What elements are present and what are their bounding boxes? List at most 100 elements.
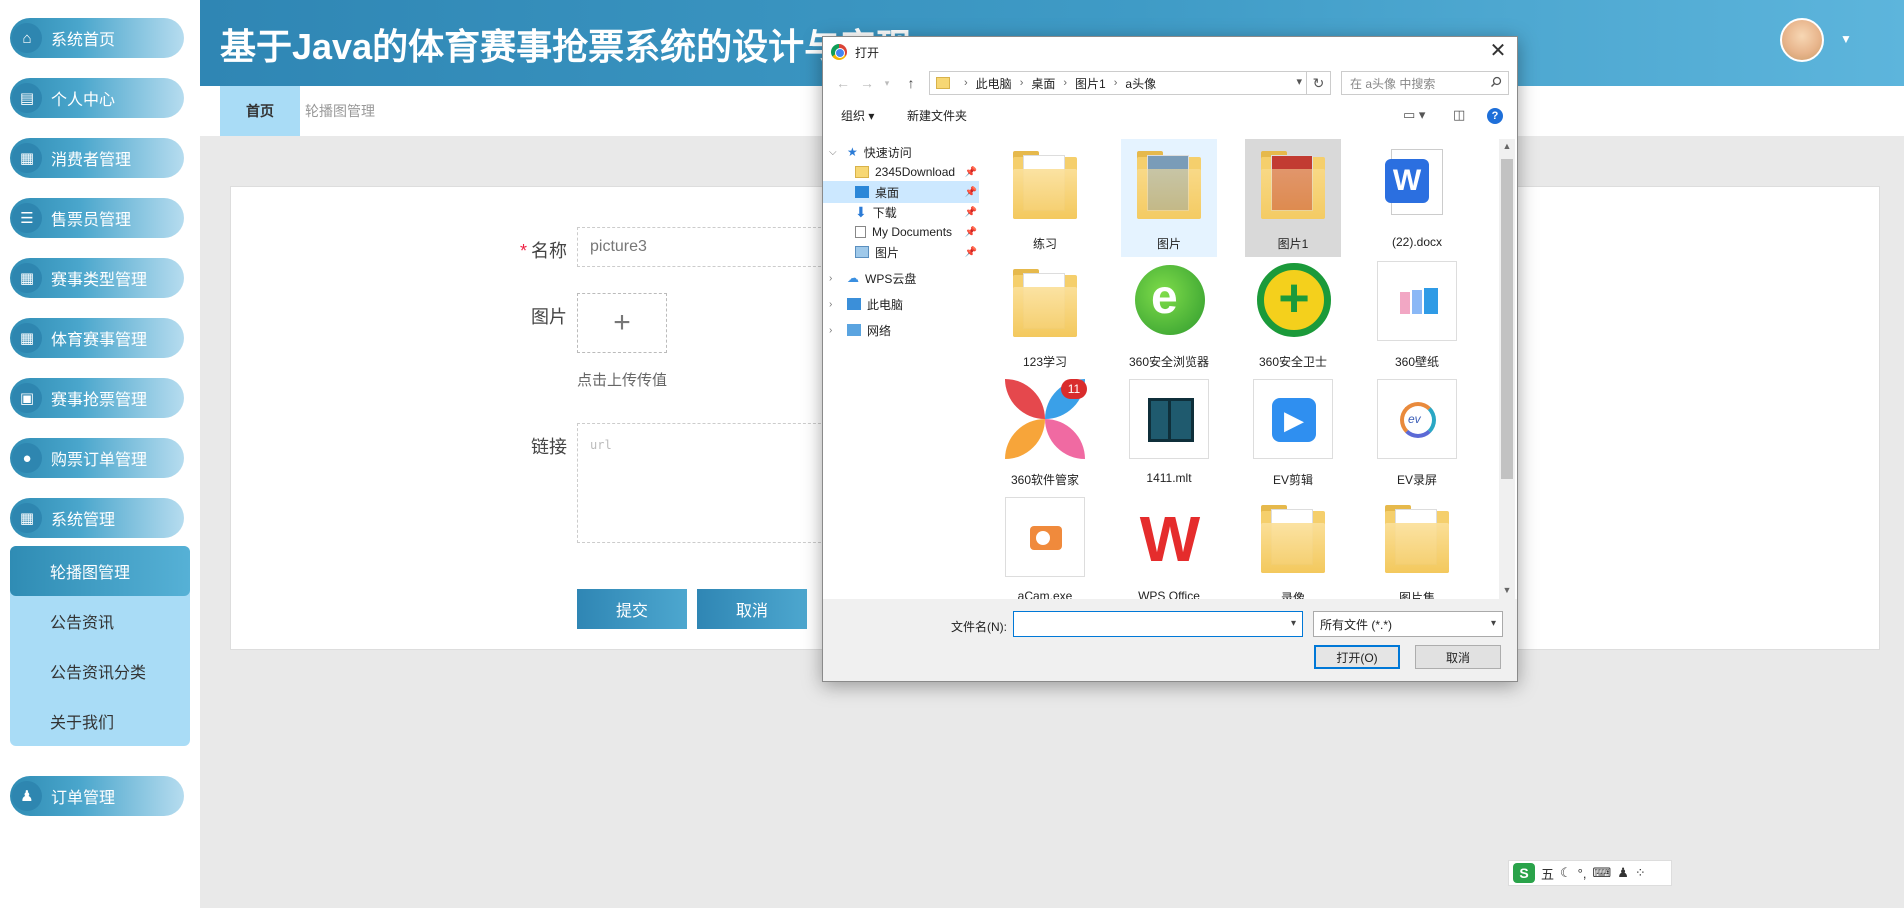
tree-item-desktop[interactable]: 桌面 📌: [823, 181, 979, 203]
grid-icon: ▦: [12, 263, 42, 293]
file-item[interactable]: ev EV录屏: [1369, 375, 1465, 493]
tree-item-quick-access[interactable]: ⌵ ★ 快速访问: [823, 141, 979, 163]
organize-button[interactable]: 组织 ▾: [841, 107, 874, 124]
file-item[interactable]: aCam.exe: [997, 493, 1093, 599]
tab-carousel[interactable]: 轮播图管理: [300, 86, 380, 136]
file-item[interactable]: e 360安全浏览器: [1121, 257, 1217, 375]
open-button[interactable]: 打开(O): [1314, 645, 1400, 669]
tree-item-wps-cloud[interactable]: › ☁ WPS云盘: [823, 267, 979, 289]
notification-badge: 11: [1061, 379, 1087, 399]
forward-arrow-icon[interactable]: →: [857, 73, 877, 93]
view-options-icon[interactable]: ▭ ▾: [1403, 107, 1425, 123]
breadcrumb-item[interactable]: a头像: [1125, 75, 1156, 92]
file-item[interactable]: ▶ EV剪辑: [1245, 375, 1341, 493]
submenu-item-notices[interactable]: 公告资讯: [10, 596, 190, 646]
sogou-ime-icon[interactable]: S: [1513, 863, 1535, 883]
avatar[interactable]: [1780, 18, 1824, 62]
sidebar-item-consumers[interactable]: ▦ 消费者管理: [10, 138, 184, 178]
tree-item-this-pc[interactable]: › 此电脑: [823, 293, 979, 315]
file-item[interactable]: 1411.mlt: [1121, 375, 1217, 493]
tree-item-my-documents[interactable]: My Documents 📌: [823, 221, 979, 243]
pin-icon: 📌: [964, 226, 977, 238]
sidebar-item-label: 赛事类型管理: [51, 272, 148, 289]
chevron-down-icon[interactable]: ▾: [1296, 75, 1302, 88]
docx-icon: W: [1377, 143, 1457, 223]
image-upload-button[interactable]: +: [577, 293, 667, 353]
tree-item-2345download[interactable]: 2345Download 📌: [823, 161, 979, 183]
pin-icon: 📌: [964, 246, 977, 258]
recent-dropdown-icon[interactable]: ▾: [877, 73, 897, 93]
sidebar-item-profile[interactable]: ▤ 个人中心: [10, 78, 184, 118]
breadcrumb-item[interactable]: 此电脑: [976, 75, 1012, 92]
file-item[interactable]: + 360安全卫士: [1245, 257, 1341, 375]
sliders-icon: ☰: [12, 203, 42, 233]
app-title: 基于Java的体育赛事抢票系统的设计与实现: [220, 26, 913, 67]
browser-icon: e: [1129, 261, 1209, 341]
breadcrumb-item[interactable]: 桌面: [1031, 75, 1055, 92]
file-item[interactable]: 录像: [1245, 493, 1341, 599]
submenu-item-about[interactable]: 关于我们: [10, 696, 190, 746]
submenu-item-carousel[interactable]: 轮播图管理: [10, 546, 190, 596]
apps-icon[interactable]: ⁘: [1635, 865, 1646, 881]
refresh-icon[interactable]: ↻: [1307, 71, 1331, 95]
sidebar-item-sport-events[interactable]: ▦ 体育赛事管理: [10, 318, 184, 358]
cancel-button[interactable]: 取消: [697, 589, 807, 629]
sidebar-item-home[interactable]: ⌂ 系统首页: [10, 18, 184, 58]
scroll-up-icon[interactable]: ▲: [1499, 141, 1515, 151]
submenu-item-notice-categories[interactable]: 公告资讯分类: [10, 646, 190, 696]
sidebar-item-ticket-grab[interactable]: ▣ 赛事抢票管理: [10, 378, 184, 418]
search-input[interactable]: 在 a头像 中搜索: [1341, 71, 1509, 95]
address-bar[interactable]: › 此电脑 › 桌面 › 图片1 › a头像 ▾: [929, 71, 1307, 95]
filename-input[interactable]: ▾: [1013, 611, 1303, 637]
dialog-cancel-button[interactable]: 取消: [1415, 645, 1501, 669]
punctuation-icon[interactable]: °,: [1578, 866, 1587, 881]
caret-down-icon[interactable]: ▼: [1840, 32, 1852, 46]
picture-icon: [855, 246, 869, 258]
preview-pane-icon[interactable]: ◫: [1453, 107, 1465, 123]
tab-home[interactable]: 首页: [220, 86, 300, 136]
up-arrow-icon[interactable]: ↑: [901, 73, 921, 93]
sidebar-item-order-management[interactable]: ♟ 订单管理: [10, 776, 184, 816]
close-icon[interactable]: ✕: [1485, 39, 1511, 65]
file-name: EV剪辑: [1272, 473, 1313, 487]
filetype-select[interactable]: 所有文件 (*.*) ▾: [1313, 611, 1503, 637]
breadcrumb-item[interactable]: 图片1: [1075, 75, 1106, 92]
back-arrow-icon[interactable]: ←: [833, 73, 853, 93]
pin-icon: 📌: [964, 206, 977, 218]
ime-mode[interactable]: 五: [1541, 864, 1554, 883]
file-item[interactable]: 练习: [997, 139, 1093, 257]
submit-button[interactable]: 提交: [577, 589, 687, 629]
chevron-down-icon[interactable]: ▾: [1291, 618, 1296, 629]
tree-item-downloads[interactable]: ⬇ 下载 📌: [823, 201, 979, 223]
help-icon[interactable]: ?: [1487, 108, 1503, 124]
scroll-thumb[interactable]: [1501, 159, 1513, 479]
sidebar-item-label: 体育赛事管理: [51, 332, 148, 349]
file-item[interactable]: 123学习: [997, 257, 1093, 375]
ticket-icon: ▣: [12, 383, 42, 413]
dialog-titlebar[interactable]: 打开 ✕: [823, 37, 1517, 67]
sidebar-item-event-types[interactable]: ▦ 赛事类型管理: [10, 258, 184, 298]
moon-icon[interactable]: ☾: [1560, 865, 1572, 881]
sidebar-item-sellers[interactable]: ☰ 售票员管理: [10, 198, 184, 238]
system-submenu: 轮播图管理 公告资讯 公告资讯分类 关于我们: [10, 546, 190, 746]
file-item[interactable]: 图片集: [1369, 493, 1465, 599]
file-name: 录像: [1280, 591, 1305, 599]
user-icon[interactable]: ♟: [1617, 865, 1629, 881]
file-item[interactable]: 图片: [1121, 139, 1217, 257]
scroll-down-icon[interactable]: ▼: [1499, 585, 1515, 595]
folder-icon: [1377, 497, 1457, 577]
tree-label: 下载: [872, 205, 897, 220]
keyboard-icon[interactable]: ⌨: [1592, 865, 1611, 881]
file-item[interactable]: 11 360软件管家: [997, 375, 1093, 493]
sidebar-item-orders[interactable]: ● 购票订单管理: [10, 438, 184, 478]
filename-label: 文件名(N):: [951, 620, 1007, 634]
file-item[interactable]: 360壁纸: [1369, 257, 1465, 375]
file-item[interactable]: 图片1: [1245, 139, 1341, 257]
tree-item-network[interactable]: › 网络: [823, 319, 979, 341]
file-grid-scrollbar[interactable]: ▲ ▼: [1499, 139, 1515, 599]
sidebar-item-system[interactable]: ▦ 系统管理: [10, 498, 184, 538]
file-item[interactable]: W WPS Office: [1121, 493, 1217, 599]
new-folder-button[interactable]: 新建文件夹: [907, 107, 967, 124]
file-item[interactable]: W (22).docx: [1369, 139, 1465, 257]
tree-item-pictures[interactable]: 图片 📌: [823, 241, 979, 263]
